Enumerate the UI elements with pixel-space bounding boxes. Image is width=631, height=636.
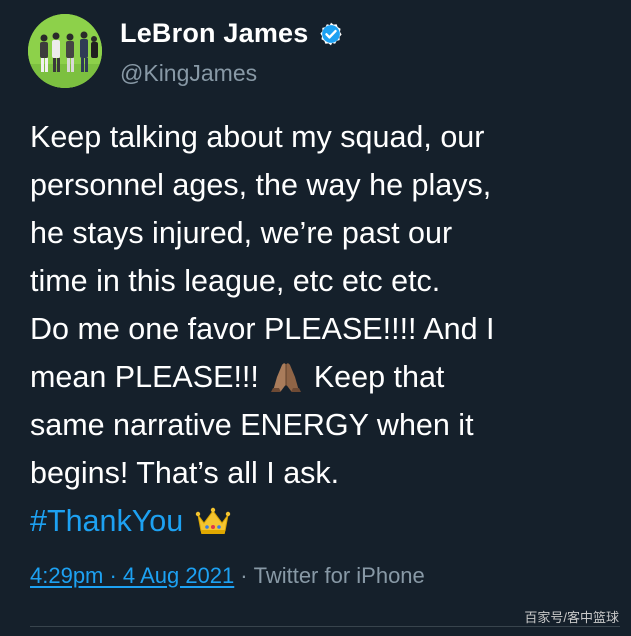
crown-icon [196,507,231,534]
divider [30,626,620,627]
avatar-photo-icon [28,14,102,88]
hashtag-row: #ThankYou [30,497,231,545]
tweet-timestamp-link[interactable]: 4:29pm · 4 Aug 2021 [30,563,234,589]
folded-hands-icon [271,363,302,392]
author-display-name[interactable]: LeBron James [120,18,308,49]
tweet-source[interactable]: Twitter for iPhone [254,563,425,589]
author-handle[interactable]: @KingJames [120,60,257,87]
meta-separator: · [240,563,248,588]
author-name-row: LeBron James [120,18,344,49]
verified-badge-icon [320,22,343,45]
tweet-text: Keep talking about my squad, our personn… [30,113,620,497]
hashtag-link[interactable]: #ThankYou [30,497,183,545]
watermark-text: 百家号/客中篮球 [524,610,619,625]
tweet-meta: 4:29pm · 4 Aug 2021 · Twitter for iPhone [30,563,425,589]
tweet-card: LeBron James @KingJames Keep talking abo… [0,0,631,636]
tweet-text-part-1: Keep talking about my squad, our personn… [30,120,495,394]
avatar[interactable] [28,14,102,88]
